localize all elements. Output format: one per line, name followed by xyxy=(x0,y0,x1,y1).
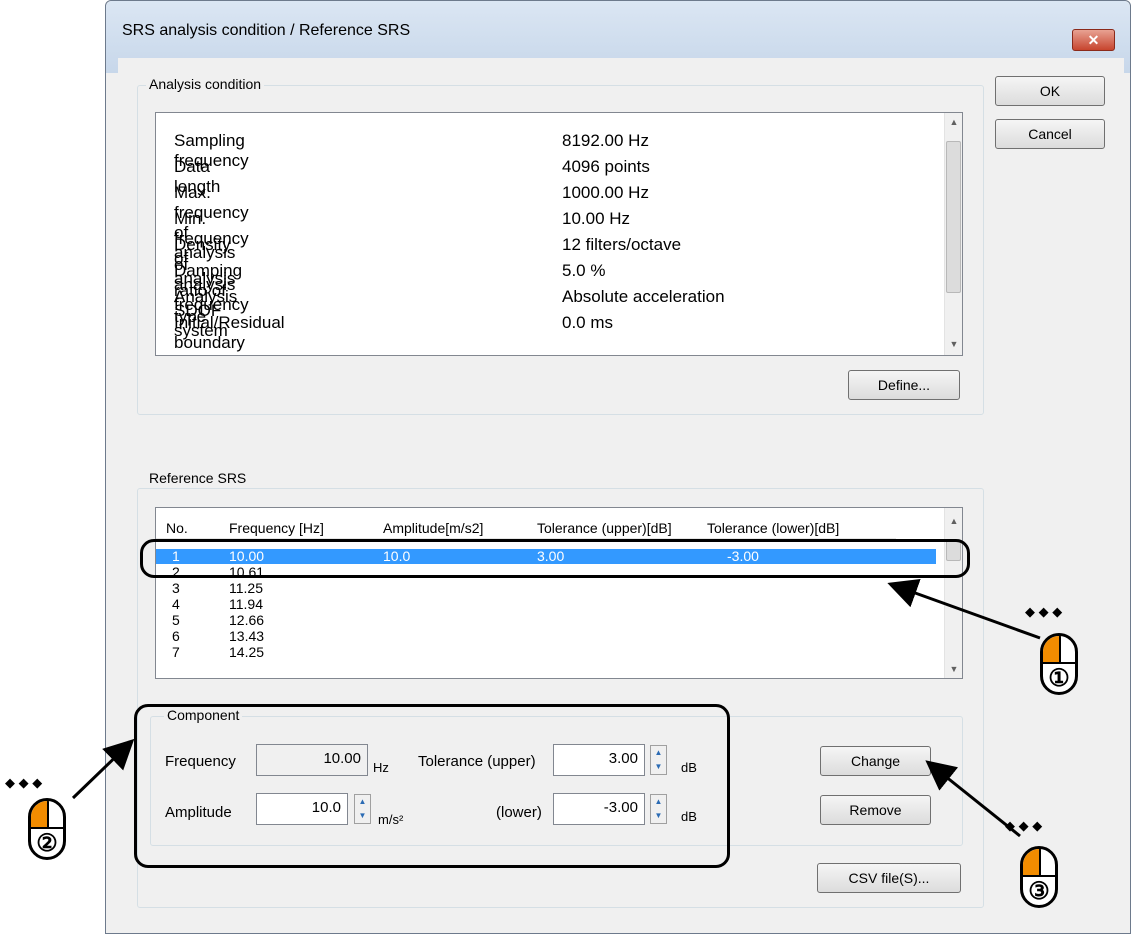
scroll-up-icon[interactable]: ▲ xyxy=(945,516,962,526)
window-title: SRS analysis condition / Reference SRS xyxy=(122,22,411,39)
sparkle-icon: ◆ ◆ ◆ xyxy=(5,775,43,790)
table-row[interactable]: 6 13.43 xyxy=(156,628,936,644)
annotation-highlight-component xyxy=(134,704,730,868)
mouse-click-icon: ② xyxy=(28,798,66,860)
define-button[interactable]: Define... xyxy=(848,370,960,400)
analysis-condition-list[interactable]: Sampling frequency 8192.00 Hz Data length… xyxy=(155,112,963,356)
scroll-down-icon[interactable]: ▼ xyxy=(945,664,962,674)
close-button[interactable]: ✕ xyxy=(1072,29,1115,51)
table-row[interactable]: 4 11.94 xyxy=(156,596,936,612)
csv-file-button[interactable]: CSV file(S)... xyxy=(817,863,961,893)
ok-button[interactable]: OK xyxy=(995,76,1105,106)
scroll-down-icon[interactable]: ▼ xyxy=(945,339,963,349)
reference-scrollbar[interactable]: ▲ ▼ xyxy=(944,508,962,678)
scroll-up-icon[interactable]: ▲ xyxy=(945,117,963,127)
table-row[interactable]: 7 14.25 xyxy=(156,644,936,660)
table-row[interactable]: 3 11.25 xyxy=(156,580,936,596)
column-header[interactable]: Amplitude[m/s2] xyxy=(383,520,483,536)
cancel-button[interactable]: Cancel xyxy=(995,119,1105,149)
mouse-click-icon: ③ xyxy=(1020,846,1058,908)
reference-srs-label: Reference SRS xyxy=(146,470,250,486)
analysis-scrollbar[interactable]: ▲ ▼ xyxy=(944,113,962,355)
sparkle-icon: ◆ ◆ ◆ xyxy=(1005,818,1043,833)
mouse-click-icon: ① xyxy=(1040,633,1078,695)
sparkle-icon: ◆ ◆ ◆ xyxy=(1025,604,1063,619)
change-button[interactable]: Change xyxy=(820,746,931,776)
column-header[interactable]: Tolerance (upper)[dB] xyxy=(537,520,672,536)
reference-srs-table[interactable]: No. Frequency [Hz] Amplitude[m/s2] Toler… xyxy=(155,507,963,679)
column-header[interactable]: Frequency [Hz] xyxy=(229,520,324,536)
analysis-condition-label: Analysis condition xyxy=(146,76,265,92)
scrollbar-thumb[interactable] xyxy=(946,141,961,293)
column-header[interactable]: Tolerance (lower)[dB] xyxy=(707,520,839,536)
remove-button[interactable]: Remove xyxy=(820,795,931,825)
table-row[interactable]: 5 12.66 xyxy=(156,612,936,628)
column-header[interactable]: No. xyxy=(166,520,188,536)
annotation-highlight-row xyxy=(140,539,970,578)
